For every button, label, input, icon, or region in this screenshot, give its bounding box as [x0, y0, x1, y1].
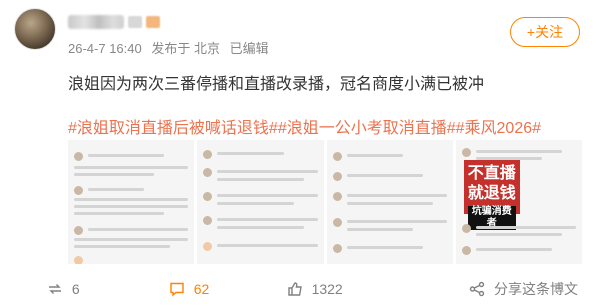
- poster-line2: 就退钱: [467, 185, 516, 202]
- like-count: 1322: [311, 281, 343, 297]
- post-images: 不直播 就退钱 坑骗消费者: [68, 140, 582, 264]
- post-image[interactable]: [326, 140, 453, 264]
- repost-button[interactable]: 6: [0, 280, 126, 298]
- comment-count: 62: [193, 281, 210, 297]
- post-image[interactable]: [197, 140, 324, 264]
- repost-count: 6: [71, 281, 80, 297]
- user-level-icon: [146, 16, 160, 28]
- avatar[interactable]: [14, 8, 56, 50]
- post-time[interactable]: 26-4-7 16:40: [68, 41, 142, 56]
- comment-button[interactable]: 62: [126, 280, 252, 298]
- hashtag-link[interactable]: #乘风2026#: [456, 120, 541, 137]
- like-button[interactable]: 1322: [251, 280, 377, 298]
- post-edited: 已编辑: [229, 41, 269, 56]
- post-text: 浪姐因为两次三番停播和直播改录播，冠名商度小满已被冲: [68, 76, 485, 93]
- post-source: 发布于 北京: [151, 41, 220, 56]
- poster-image: 不直播 就退钱 坑骗消费者: [463, 160, 520, 230]
- like-icon: [287, 282, 302, 296]
- post-meta: 26-4-7 16:40 发布于 北京 已编辑: [68, 38, 275, 57]
- share-button[interactable]: 分享这条博文: [377, 279, 600, 299]
- repost-icon: [48, 284, 61, 294]
- username-blurred[interactable]: [68, 15, 124, 29]
- hashtag-link[interactable]: #浪姐一公小考取消直播#: [278, 120, 456, 137]
- share-icon: [469, 281, 485, 297]
- post-image[interactable]: [68, 140, 195, 264]
- post-tags: #浪姐取消直播后被喊话退钱##浪姐一公小考取消直播##乘风2026#: [68, 114, 541, 138]
- username[interactable]: [68, 12, 160, 32]
- hashtag-link[interactable]: #浪姐取消直播后被喊话退钱#: [68, 120, 278, 137]
- share-label: 分享这条博文: [494, 281, 579, 297]
- poster-line1: 不直播: [467, 165, 516, 182]
- user-badge-icon: [128, 16, 142, 28]
- action-bar: 6 62 1322 分享这条博文: [0, 272, 600, 306]
- comment-icon: [169, 282, 184, 297]
- follow-label: +关注: [526, 24, 564, 40]
- post-image[interactable]: 不直播 就退钱 坑骗消费者: [455, 140, 582, 264]
- follow-button[interactable]: +关注: [510, 17, 580, 47]
